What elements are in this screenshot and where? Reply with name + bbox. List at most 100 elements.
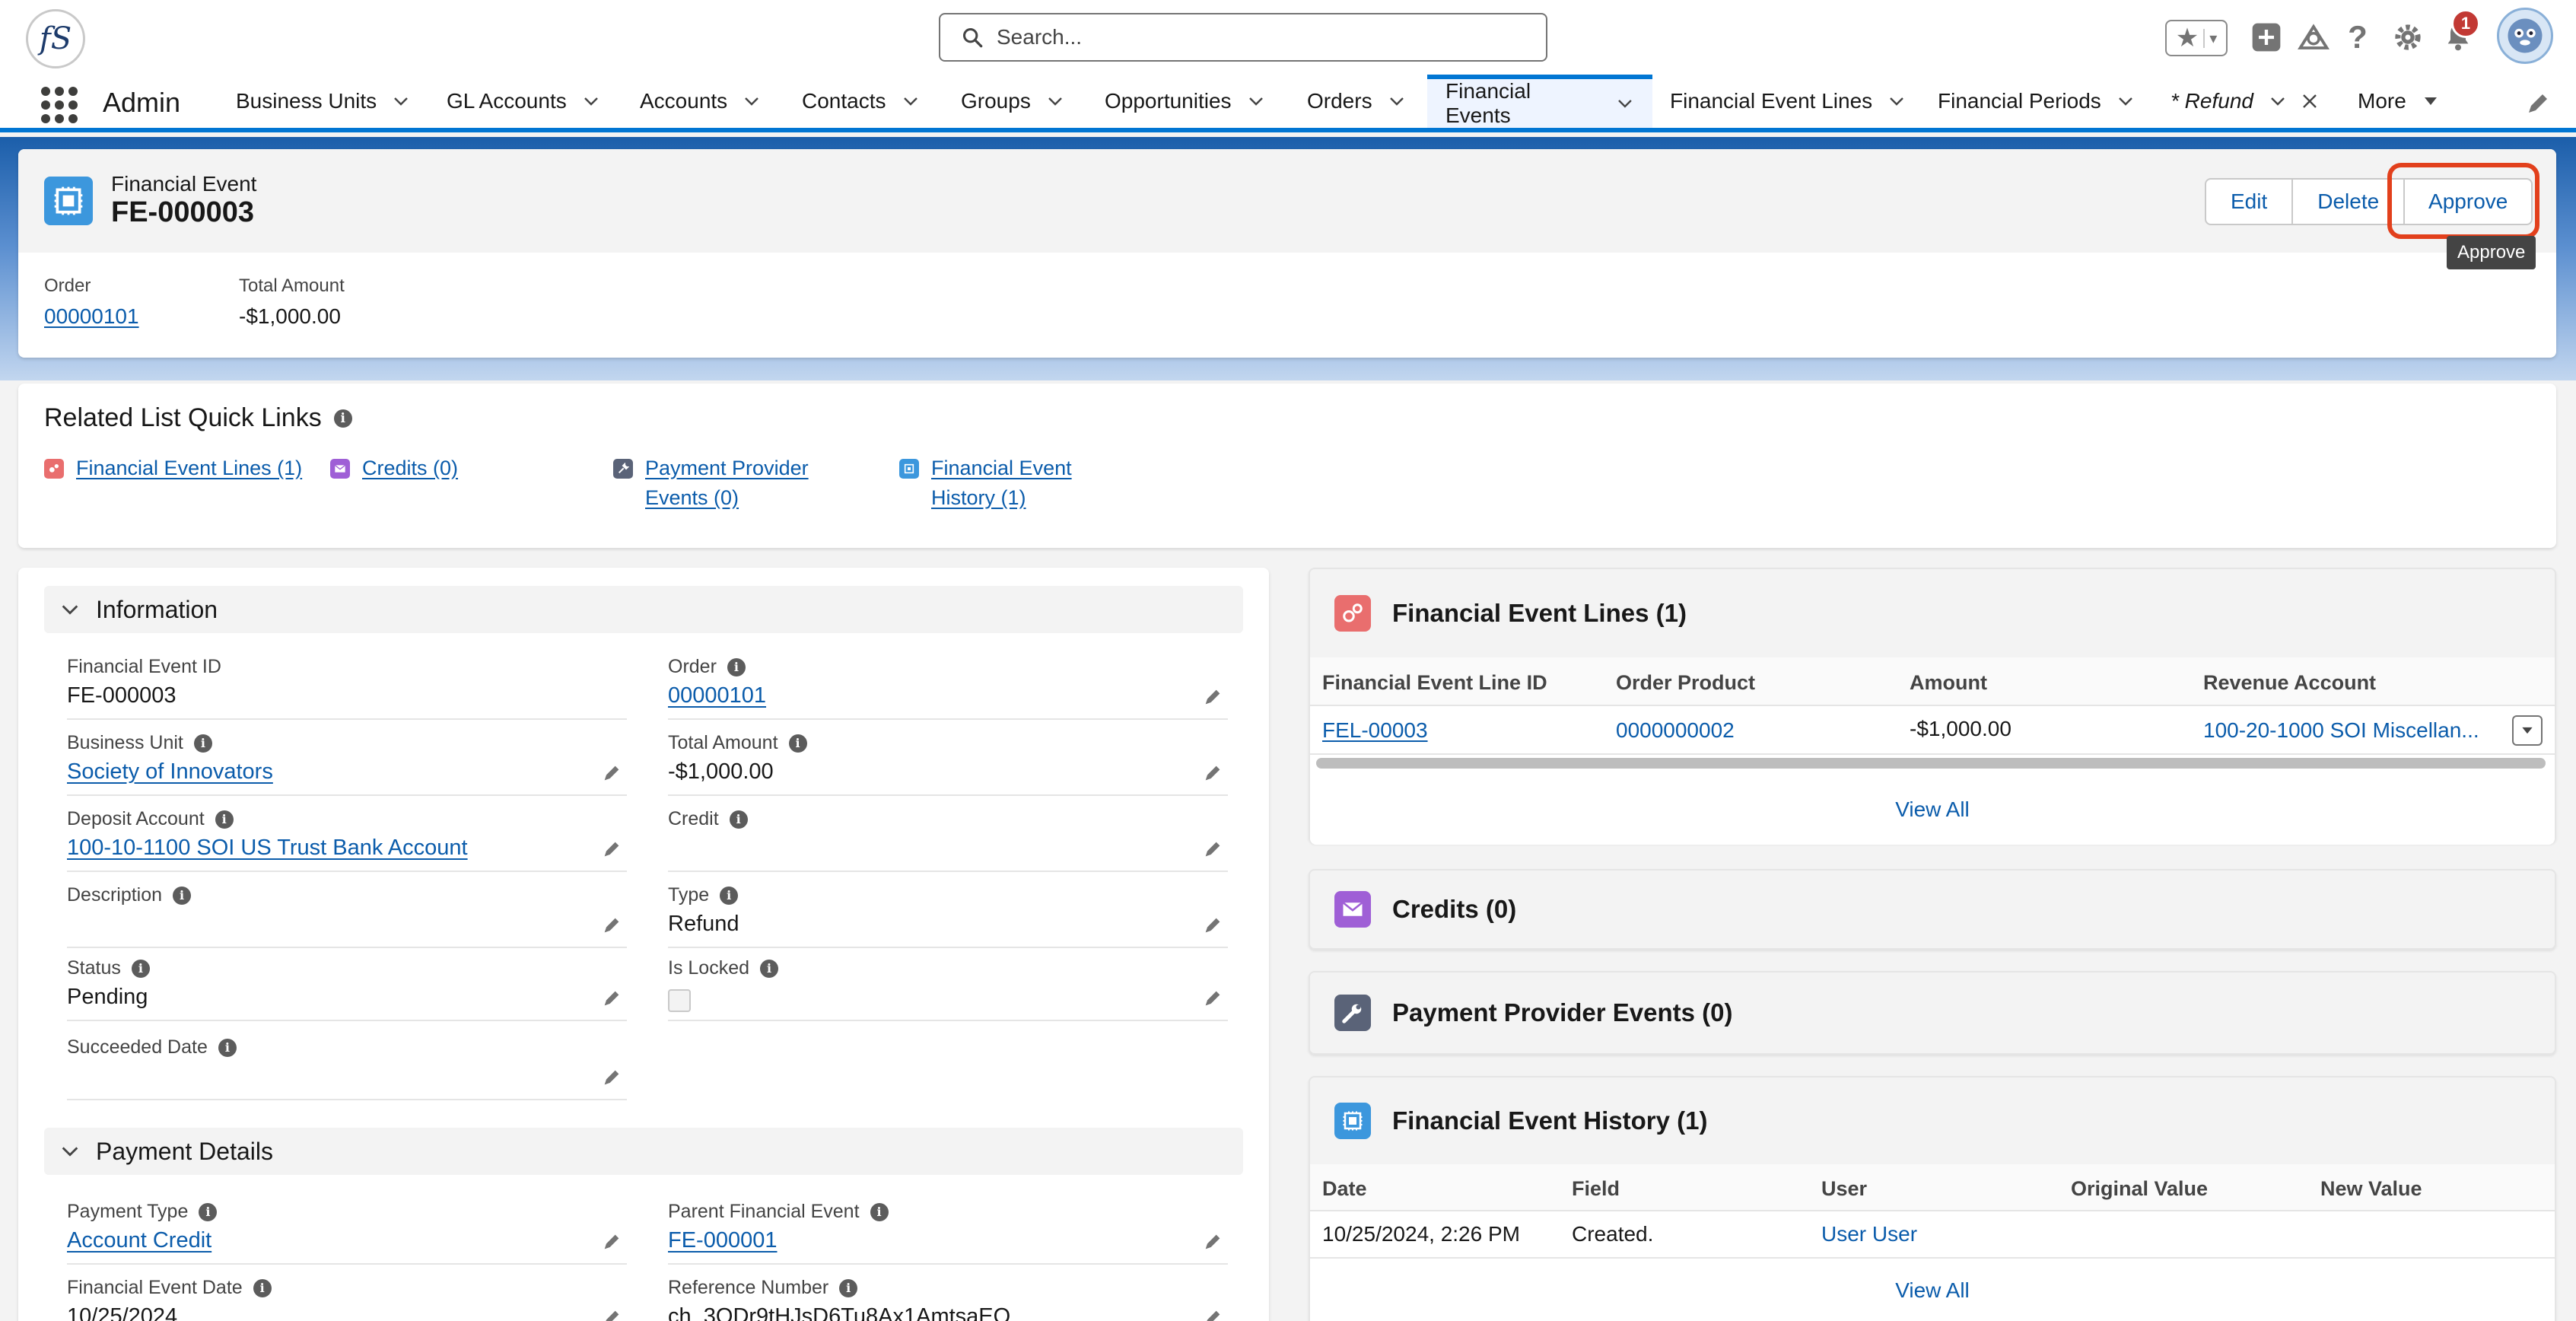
row-actions-button[interactable] <box>2512 715 2543 746</box>
org-logo[interactable]: fS <box>26 9 85 68</box>
info-icon[interactable]: i <box>333 409 352 428</box>
edit-pencil-icon[interactable] <box>1202 1307 1223 1321</box>
tab-opportunities[interactable]: Opportunities <box>1105 75 1265 128</box>
edit-pencil-icon[interactable] <box>601 1307 622 1321</box>
quick-link-label[interactable]: Events (0) <box>645 486 739 509</box>
quick-link-financial-event-history[interactable]: Financial Event History (1) <box>899 454 1072 513</box>
tab-more[interactable]: More <box>2358 75 2440 128</box>
horizontal-scrollbar[interactable] <box>1316 758 2546 769</box>
edit-pencil-icon[interactable] <box>1202 915 1223 936</box>
info-icon[interactable]: i <box>788 734 807 753</box>
revenue-account-link[interactable]: 100-20-1000 SOI Miscellan... <box>2203 718 2479 743</box>
tab-orders[interactable]: Orders <box>1307 75 1406 128</box>
chevron-down-icon[interactable] <box>392 92 410 110</box>
edit-pencil-icon[interactable] <box>1202 686 1223 708</box>
quick-link-financial-event-lines[interactable]: Financial Event Lines (1) <box>44 454 302 483</box>
payment-type-link[interactable]: Account Credit <box>67 1228 211 1253</box>
info-icon[interactable]: i <box>720 886 739 905</box>
quick-link-label[interactable]: Financial Event Lines (1) <box>76 454 302 483</box>
chevron-down-icon[interactable] <box>59 1141 81 1162</box>
search-input[interactable] <box>997 25 1453 49</box>
favorites-button[interactable]: ★ ▾ <box>2165 20 2228 56</box>
tab-business-units[interactable]: Business Units <box>236 75 410 128</box>
chevron-down-icon[interactable] <box>582 92 600 110</box>
close-icon[interactable] <box>2301 92 2319 110</box>
tab-contacts[interactable]: Contacts <box>802 75 920 128</box>
chevron-down-icon[interactable] <box>1247 92 1265 110</box>
info-icon[interactable]: i <box>727 657 746 676</box>
edit-pencil-icon[interactable] <box>1202 988 1223 1009</box>
info-icon[interactable]: i <box>215 810 234 829</box>
order-link[interactable]: 00000101 <box>668 683 766 708</box>
chevron-down-icon[interactable] <box>2116 92 2135 110</box>
edit-pencil-icon[interactable] <box>1202 1231 1223 1253</box>
card-title[interactable]: Payment Provider Events (0) <box>1392 998 1733 1027</box>
chevron-down-icon[interactable] <box>902 92 920 110</box>
tab-financial-periods[interactable]: Financial Periods <box>1938 75 2135 128</box>
order-product-link[interactable]: 0000000002 <box>1616 718 1735 743</box>
info-icon[interactable]: i <box>218 1038 237 1057</box>
order-link[interactable]: 00000101 <box>44 304 139 329</box>
trailhead-button[interactable] <box>2295 18 2333 56</box>
edit-pencil-icon[interactable] <box>601 1067 622 1088</box>
app-launcher-button[interactable] <box>41 87 78 123</box>
business-unit-link[interactable]: Society of Innovators <box>67 759 273 785</box>
edit-pencil-icon[interactable] <box>1202 839 1223 860</box>
edit-pencil-icon[interactable] <box>1202 762 1223 784</box>
tab-accounts[interactable]: Accounts <box>640 75 761 128</box>
chevron-down-icon[interactable] <box>1046 92 1064 110</box>
history-user-link[interactable]: User User <box>1821 1222 1917 1246</box>
edit-pencil-icon[interactable] <box>601 762 622 784</box>
tab-financial-events[interactable]: Financial Events <box>1427 75 1652 128</box>
tab-refund[interactable]: * Refund <box>2171 75 2319 128</box>
chevron-down-icon[interactable] <box>1616 94 1634 113</box>
info-icon[interactable]: i <box>199 1202 218 1221</box>
view-all-link[interactable]: View All <box>1310 1278 2555 1303</box>
tab-financial-event-lines[interactable]: Financial Event Lines <box>1670 75 1906 128</box>
edit-pencil-icon[interactable] <box>601 988 622 1009</box>
chevron-down-icon[interactable] <box>1887 92 1906 110</box>
edit-nav-pencil-icon[interactable] <box>2524 90 2552 117</box>
column-header[interactable]: Financial Event Line ID <box>1322 671 1547 695</box>
info-icon[interactable]: i <box>839 1278 858 1297</box>
info-icon[interactable]: i <box>253 1278 272 1297</box>
delete-button[interactable]: Delete <box>2291 178 2406 225</box>
chevron-down-icon[interactable] <box>1388 92 1406 110</box>
info-icon[interactable]: i <box>729 810 748 829</box>
chevron-down-icon[interactable] <box>59 599 81 620</box>
quick-link-credits[interactable]: Credits (0) <box>330 454 458 483</box>
fel-id-link[interactable]: FEL-00003 <box>1322 718 1428 743</box>
info-icon[interactable]: i <box>760 959 779 978</box>
avatar[interactable] <box>2497 8 2553 64</box>
column-header[interactable]: Amount <box>1910 671 1987 695</box>
card-title[interactable]: Financial Event Lines (1) <box>1392 599 1687 628</box>
section-payment-details[interactable]: Payment Details <box>44 1128 1243 1175</box>
chevron-down-icon[interactable] <box>743 92 761 110</box>
quick-link-label[interactable]: History (1) <box>931 486 1026 509</box>
section-information[interactable]: Information <box>44 586 1243 633</box>
parent-financial-event-link[interactable]: FE-000001 <box>668 1228 778 1253</box>
approve-button[interactable]: Approve <box>2403 178 2533 225</box>
chevron-down-icon[interactable] <box>2269 92 2287 110</box>
card-title[interactable]: Credits (0) <box>1392 895 1516 924</box>
edit-button[interactable]: Edit <box>2205 178 2294 225</box>
quick-link-label[interactable]: Credits (0) <box>362 454 458 483</box>
column-header[interactable]: Revenue Account <box>2203 671 2376 695</box>
info-icon[interactable]: i <box>131 959 150 978</box>
deposit-account-link[interactable]: 100-10-1100 SOI US Trust Bank Account <box>67 836 468 861</box>
info-icon[interactable]: i <box>193 734 212 753</box>
setup-button[interactable] <box>2389 18 2427 56</box>
quick-link-payment-provider-events[interactable]: Payment Provider Events (0) <box>613 454 809 513</box>
edit-pencil-icon[interactable] <box>601 1231 622 1253</box>
help-button[interactable]: ? <box>2340 18 2375 56</box>
info-icon[interactable]: i <box>870 1202 889 1221</box>
tab-groups[interactable]: Groups <box>961 75 1064 128</box>
tab-gl-accounts[interactable]: GL Accounts <box>447 75 600 128</box>
column-header[interactable]: Order Product <box>1616 671 1755 695</box>
global-search[interactable] <box>939 13 1547 62</box>
card-title[interactable]: Financial Event History (1) <box>1392 1106 1707 1135</box>
edit-pencil-icon[interactable] <box>601 839 622 860</box>
info-icon[interactable]: i <box>173 886 192 905</box>
edit-pencil-icon[interactable] <box>601 915 622 936</box>
quick-link-label[interactable]: Financial Event <box>931 457 1072 479</box>
